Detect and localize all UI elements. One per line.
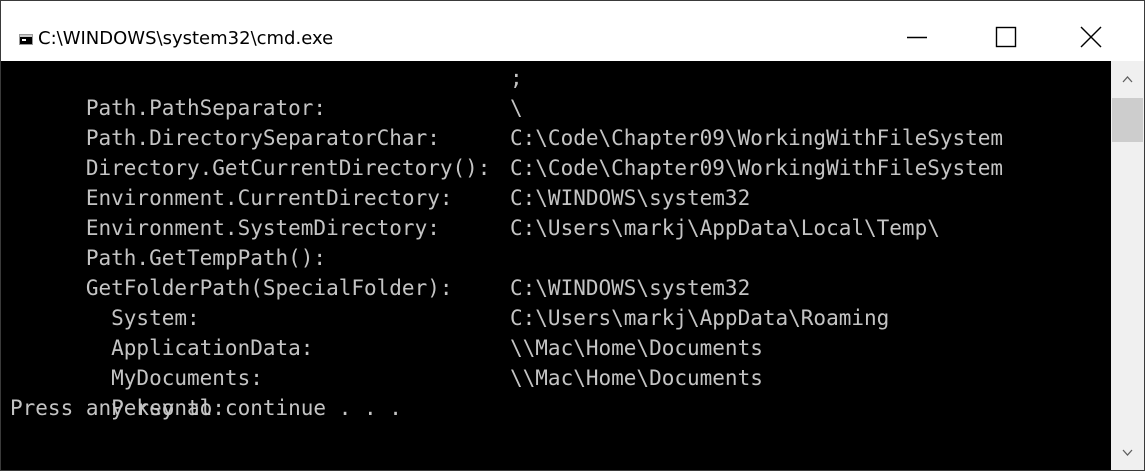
console-value: \\Mac\Home\Documents — [510, 366, 763, 390]
console-line: Personal: \\Mac\Home\Documents — [10, 363, 763, 420]
window-title: C:\WINDOWS\system32\cmd.exe — [38, 28, 334, 49]
chevron-up-icon — [1122, 76, 1133, 83]
console-line: MyDocuments: \\Mac\Home\Documents — [10, 333, 763, 390]
console-value: ; — [510, 66, 523, 90]
console-line: Environment.CurrentDirectory: C:\Code\Ch… — [10, 153, 1003, 210]
console-value: \ — [510, 96, 523, 120]
console-line: Directory.GetCurrentDirectory(): C:\Code… — [10, 123, 1003, 180]
maximize-icon — [995, 26, 1017, 48]
console-line: GetFolderPath(SpecialFolder): — [10, 243, 453, 300]
close-button[interactable] — [1063, 13, 1119, 61]
cmd-window: C:\WINDOWS\system32\cmd.exe Path.PathSep… — [0, 0, 1145, 471]
console-line: System: C:\WINDOWS\system32 — [10, 273, 750, 330]
scroll-up-button[interactable] — [1111, 61, 1144, 95]
minimize-icon — [907, 36, 927, 39]
console-line: Path.DirectorySeparatorChar: \ — [10, 93, 523, 150]
console-prompt: Press any key to continue . . . — [10, 396, 402, 420]
cmd-icon[interactable] — [19, 34, 33, 45]
console-value: C:\Users\markj\AppData\Roaming — [510, 306, 890, 330]
maximize-button[interactable] — [977, 13, 1033, 61]
console-value: C:\WINDOWS\system32 — [510, 276, 751, 300]
console-line: Path.GetTempPath(): C:\Users\markj\AppDa… — [10, 213, 940, 270]
vertical-scrollbar[interactable] — [1111, 61, 1144, 470]
console-line: Environment.SystemDirectory: C:\WINDOWS\… — [10, 183, 750, 240]
console-value: C:\Code\Chapter09\WorkingWithFileSystem — [510, 156, 1004, 180]
console-output[interactable]: Path.PathSeparator: ; Path.DirectorySepa… — [1, 61, 1111, 470]
scroll-down-button[interactable] — [1111, 436, 1144, 470]
title-bar[interactable]: C:\WINDOWS\system32\cmd.exe — [1, 1, 1144, 61]
console-value: C:\Code\Chapter09\WorkingWithFileSystem — [510, 126, 1004, 150]
console-line: ApplicationData: C:\Users\markj\AppData\… — [10, 303, 889, 360]
chevron-down-icon — [1122, 449, 1133, 456]
console-value: \\Mac\Home\Documents — [510, 336, 763, 360]
minimize-button[interactable] — [889, 13, 945, 61]
console-value: C:\Users\markj\AppData\Local\Temp\ — [510, 216, 940, 240]
close-icon — [1080, 26, 1102, 48]
console-line: Path.PathSeparator: ; — [10, 63, 523, 120]
scrollbar-thumb[interactable] — [1112, 98, 1143, 142]
console-value: C:\WINDOWS\system32 — [510, 186, 751, 210]
